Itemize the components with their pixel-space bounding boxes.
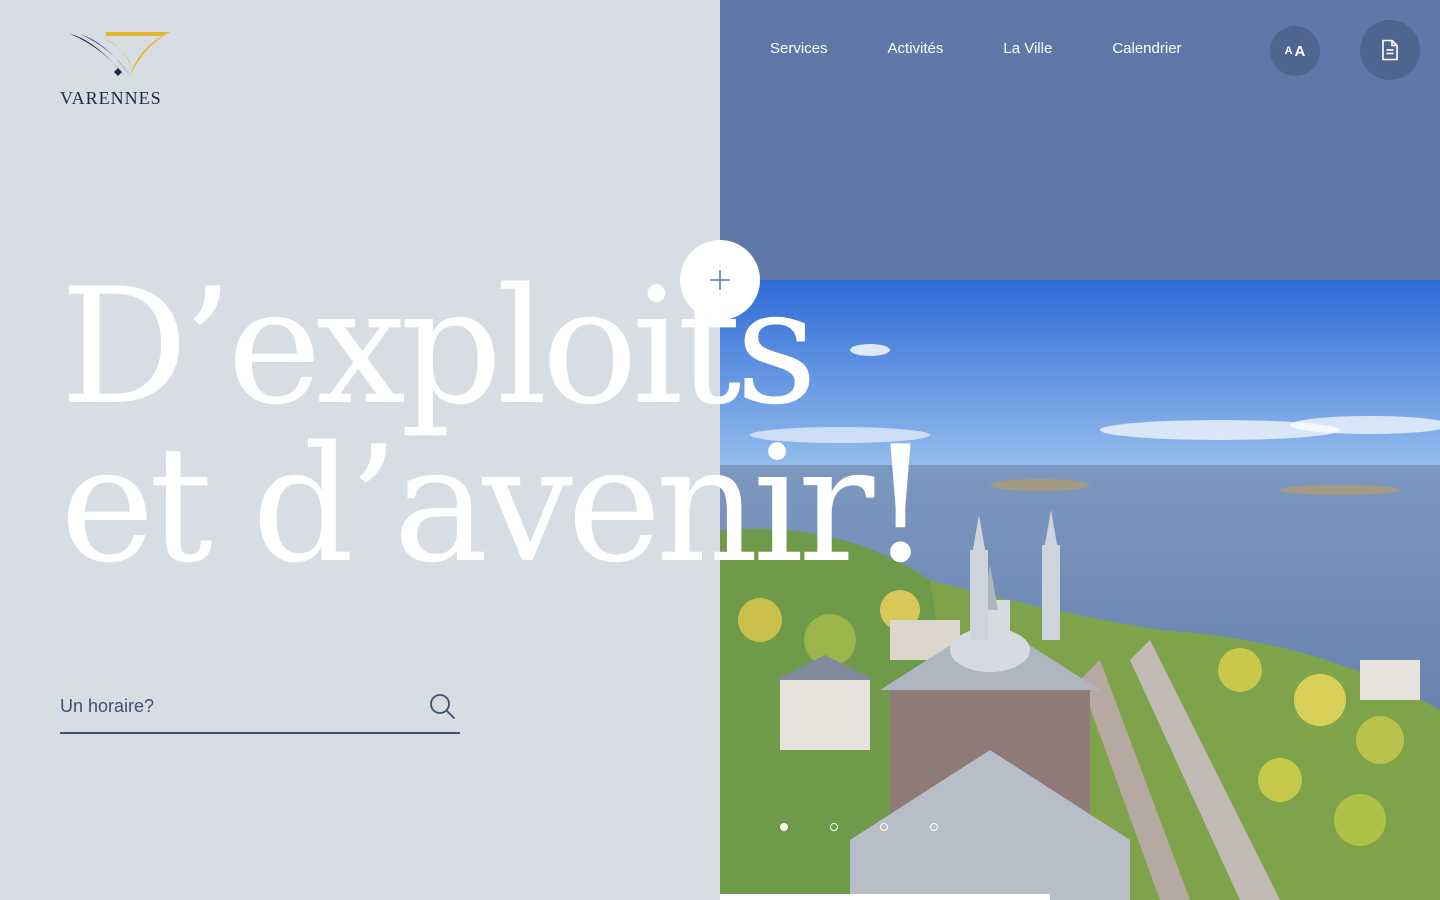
nav-item-services[interactable]: Services xyxy=(770,40,828,57)
white-strip xyxy=(720,894,1050,900)
text-size-small-label: A xyxy=(1284,45,1293,57)
headline-line-2: et d’avenir! xyxy=(60,411,933,598)
search-input[interactable] xyxy=(60,690,420,722)
plus-button[interactable] xyxy=(680,240,760,320)
slider-dot-1[interactable] xyxy=(780,823,788,831)
document-button[interactable] xyxy=(1360,20,1420,80)
slider-dot-3[interactable] xyxy=(880,823,888,831)
slider-dot-2[interactable] xyxy=(830,823,838,831)
document-icon xyxy=(1382,39,1398,61)
nav-item-la-ville[interactable]: La Ville xyxy=(1003,40,1052,57)
slider-dot-4[interactable] xyxy=(930,823,938,831)
schedule-search xyxy=(60,690,460,734)
text-size-big-label: A xyxy=(1294,42,1306,60)
nav-item-activites[interactable]: Activités xyxy=(888,40,944,57)
text-size-button[interactable]: A A xyxy=(1270,26,1320,76)
headline-line-1: D’exploits xyxy=(60,253,818,440)
plus-icon xyxy=(710,270,730,290)
nav-item-calendrier[interactable]: Calendrier xyxy=(1112,40,1181,57)
logo[interactable]: VARENNES xyxy=(60,28,180,112)
search-icon[interactable] xyxy=(428,692,458,722)
brand-name: VARENNES xyxy=(60,88,162,108)
hero-headline: D’exploits et d’avenir! xyxy=(60,253,933,598)
varennes-logo-icon xyxy=(70,32,170,80)
slider-dots xyxy=(780,823,980,831)
main-nav: Services Activités La Ville Calendrier xyxy=(770,40,1182,57)
